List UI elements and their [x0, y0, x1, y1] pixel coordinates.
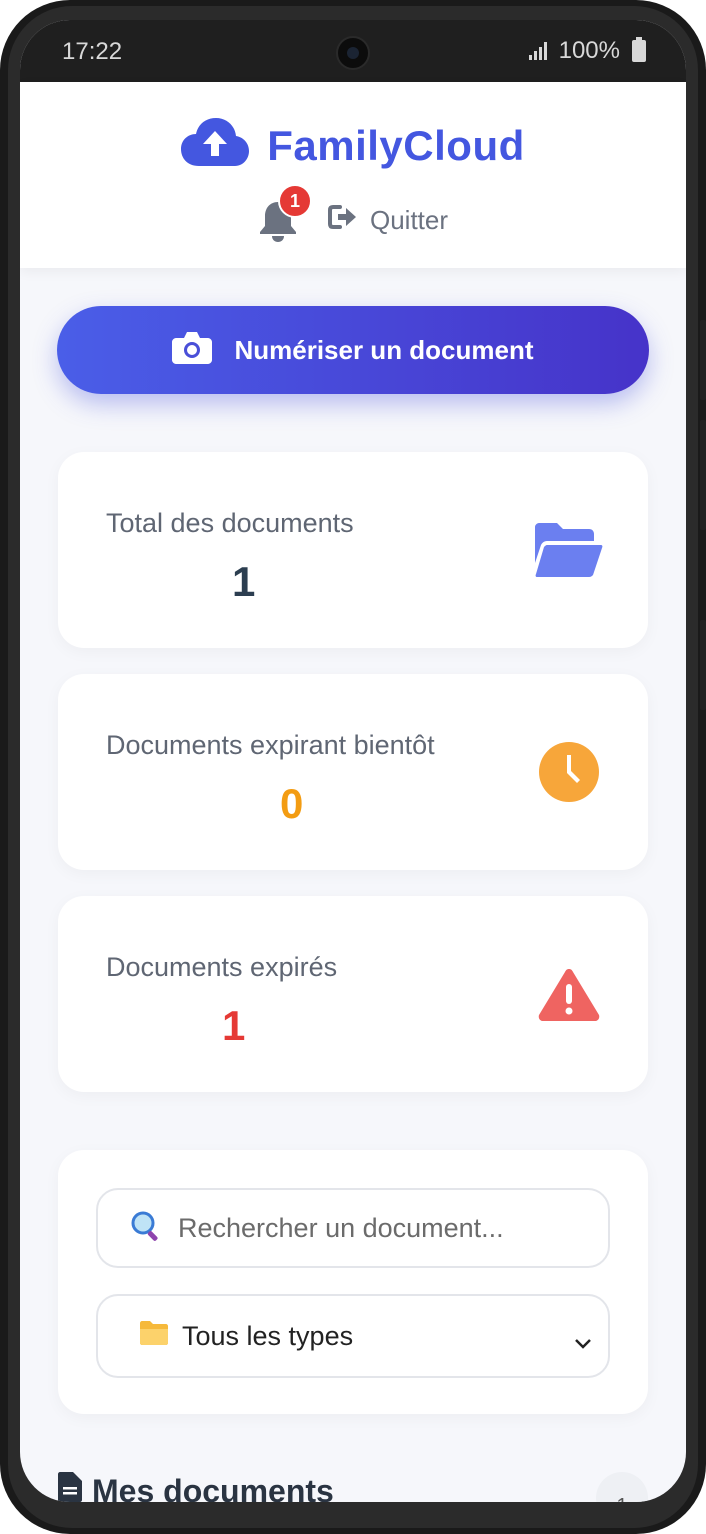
bell-icon [258, 202, 298, 246]
folder-icon [138, 1319, 170, 1354]
volume-button [700, 320, 706, 400]
front-camera [336, 36, 370, 70]
battery-percent: 100% [558, 37, 620, 64]
clock-icon [534, 742, 604, 802]
logout-button[interactable]: Quitter [327, 204, 449, 237]
phone-frame: 17:22 100% FamilyCloud 1 Quitter Numéris… [0, 0, 706, 1534]
file-icon [58, 1472, 82, 1502]
header-actions: 1 Quitter [20, 184, 686, 242]
stat-card-total: Total des documents 1 [58, 452, 648, 648]
scan-label: Numériser un document [234, 334, 534, 365]
stat-value: 1 [222, 1002, 246, 1049]
logout-label: Quitter [369, 204, 449, 235]
power-button [700, 620, 706, 710]
status-time: 17:22 [62, 38, 123, 65]
camera-icon [172, 330, 213, 371]
search-input[interactable] [176, 1211, 580, 1245]
stat-card-expiring: Documents expirant bientôt 0 [58, 674, 648, 870]
search-field[interactable] [96, 1188, 610, 1268]
stat-card-expired: Documents expirés 1 [58, 896, 648, 1092]
app-header: FamilyCloud 1 Quitter [20, 82, 686, 268]
app-screen: 17:22 100% FamilyCloud 1 Quitter Numéris… [20, 20, 686, 1502]
stat-label: Documents expirés [106, 952, 338, 982]
cloud-upload-icon [181, 118, 250, 173]
search-icon [130, 1210, 162, 1247]
stat-value: 1 [232, 558, 256, 605]
stat-label: Total des documents [106, 508, 354, 538]
documents-section-title: Mes documents [58, 1472, 334, 1502]
chevron-down-icon [574, 1326, 592, 1357]
type-select-value: Tous les types [182, 1320, 354, 1351]
volume-button [700, 420, 706, 530]
status-indicators: 100% [528, 37, 646, 65]
scan-document-button[interactable]: Numériser un document [57, 306, 649, 394]
section-title-label: Mes documents [92, 1472, 334, 1503]
notification-badge: 1 [277, 184, 312, 218]
brand: FamilyCloud [20, 118, 686, 173]
stat-value: 0 [280, 780, 304, 827]
documents-count-badge: 1 [596, 1472, 648, 1502]
app-title: FamilyCloud [267, 121, 525, 169]
warning-icon [534, 964, 604, 1024]
filter-card: Tous les types [58, 1150, 648, 1414]
signal-icon [528, 42, 547, 60]
folder-open-icon [534, 520, 604, 580]
status-bar: 17:22 100% [20, 20, 686, 82]
notifications-button[interactable]: 1 [258, 184, 312, 242]
stat-label: Documents expirant bientôt [106, 730, 435, 760]
document-type-select[interactable]: Tous les types [96, 1294, 610, 1378]
sign-out-icon [327, 204, 358, 237]
battery-icon [632, 37, 646, 62]
